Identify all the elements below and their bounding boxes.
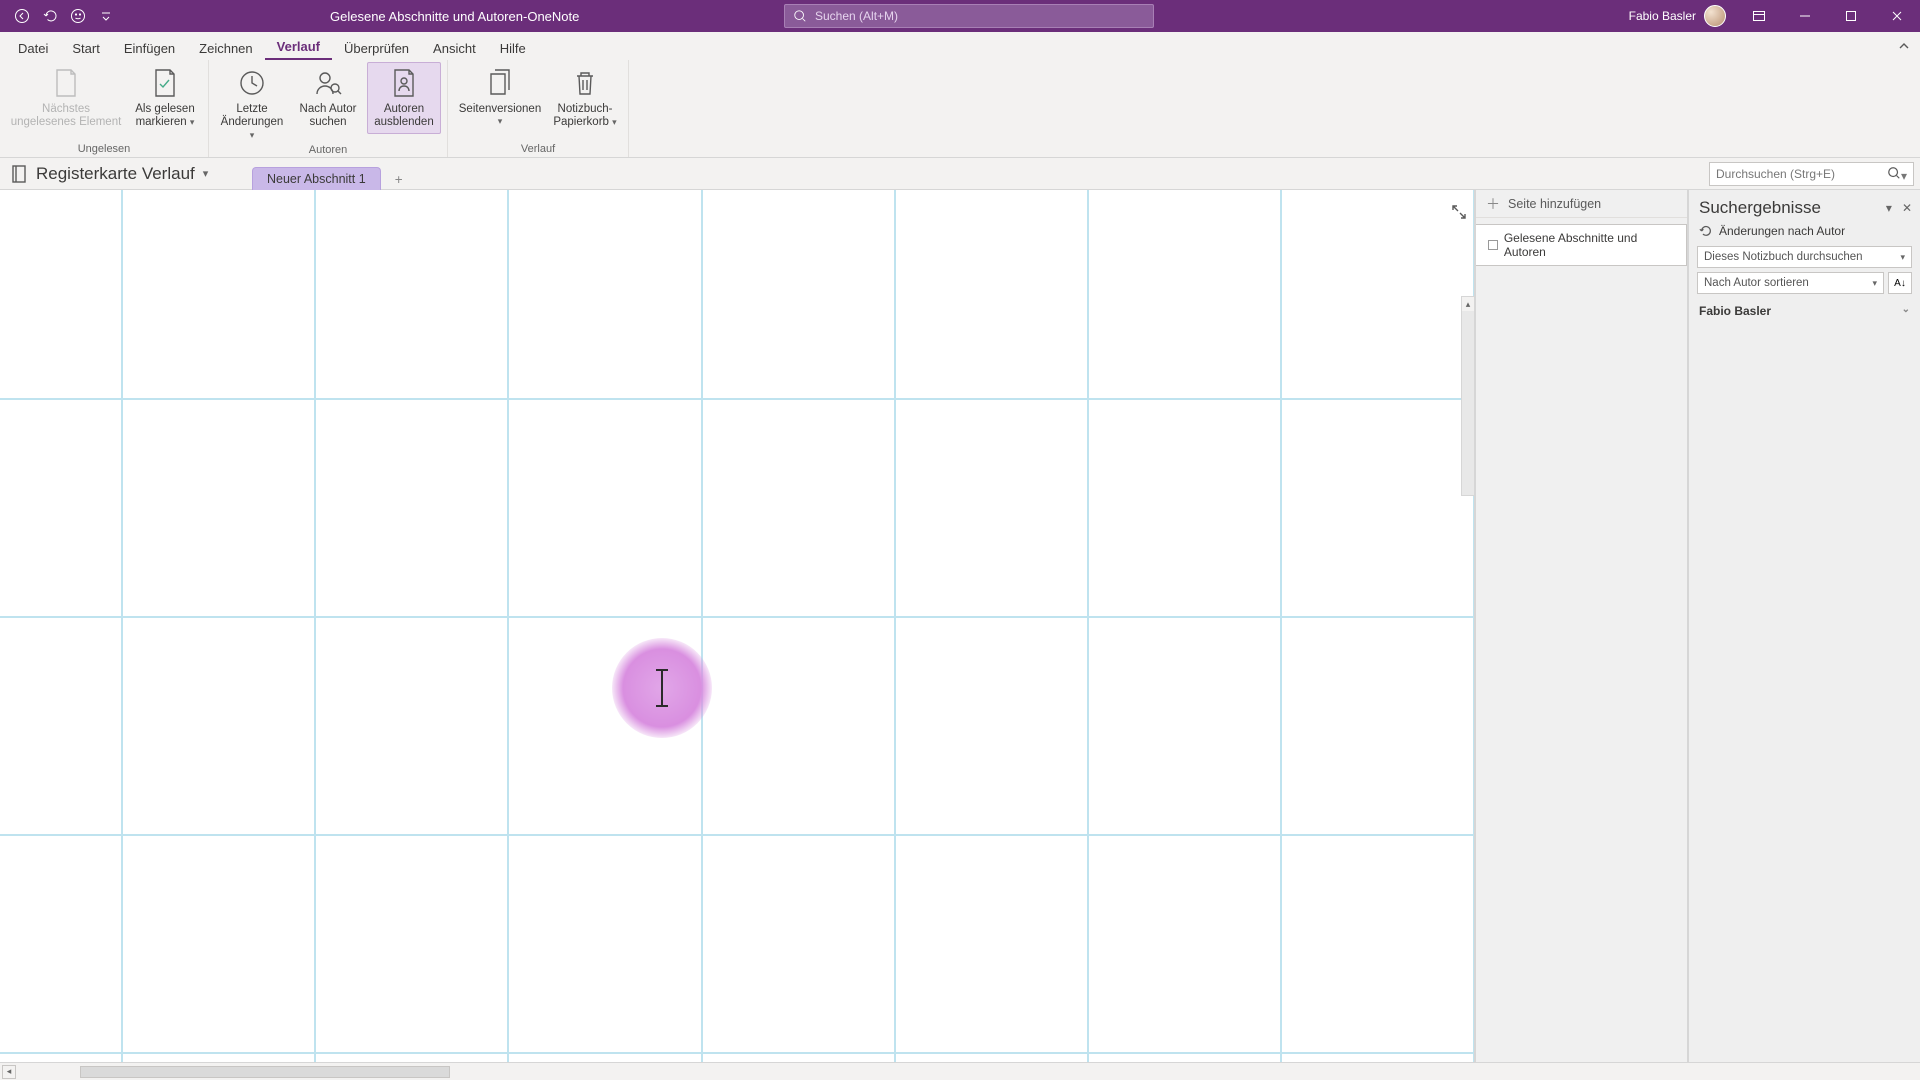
main-area: ▴ ＋ Seite hinzufügen Gelesene Abschnitte… [0,190,1920,1062]
add-page-label: Seite hinzufügen [1508,197,1601,211]
close-button[interactable] [1874,0,1920,32]
person-search-icon [312,67,344,99]
find-author-button[interactable]: Nach Autor suchen [291,62,365,134]
chevron-down-icon: ▾ [1872,278,1877,289]
notebook-name: Registerkarte Verlauf [36,164,195,184]
global-search-input[interactable] [815,9,1145,23]
page-canvas[interactable]: ▴ [0,190,1476,1062]
avatar [1704,5,1726,27]
horizontal-scrollbar[interactable] [80,1066,450,1078]
ribbon-group-autoren: Letzte Änderungen ▾ Nach Autor suchen Au… [209,60,448,157]
chevron-down-icon[interactable]: ▾ [1886,201,1892,215]
next-unread-button: Nächstes ungelesenes Element [6,62,126,134]
tab-einfuegen[interactable]: Einfügen [112,36,187,60]
plus-icon: ＋ [1486,194,1500,214]
group-label: Ungelesen [78,141,131,157]
ribbon-group-ungelesen: Nächstes ungelesenes Element Als gelesen… [0,60,209,157]
page-title: Gelesene Abschnitte und Autoren [1504,231,1678,259]
section-tab[interactable]: Neuer Abschnitt 1 [252,167,381,190]
clock-icon [236,67,268,99]
title-bar: Gelesene Abschnitte und Autoren - OneNot… [0,0,1920,32]
notebook-bar: Registerkarte Verlauf ▾ Neuer Abschnitt … [0,158,1920,190]
page-list-item[interactable]: Gelesene Abschnitte und Autoren [1476,224,1687,266]
chevron-down-icon: ▾ [612,117,617,127]
group-label: Verlauf [521,141,555,157]
touch-mode-icon[interactable] [68,6,88,26]
trash-icon [569,67,601,99]
notebook-search-placeholder: Durchsuchen (Strg+E) [1716,167,1835,181]
quick-access-toolbar [0,6,116,26]
tab-ansicht[interactable]: Ansicht [421,36,488,60]
page-versions-button[interactable]: Seitenversionen ▾ [454,62,546,132]
ribbon-group-verlauf: Seitenversionen ▾ Notizbuch- Papierkorb … [448,60,629,157]
collapse-ribbon-icon[interactable] [1894,36,1914,56]
fullscreen-icon[interactable] [1451,204,1469,222]
back-icon[interactable] [12,6,32,26]
qat-dropdown-icon[interactable] [96,6,116,26]
notebook-search[interactable]: Durchsuchen (Strg+E) ▾ [1709,162,1914,186]
ribbon-tabs: Datei Start Einfügen Zeichnen Verlauf Üb… [0,32,1920,60]
author-group[interactable]: Fabio Basler ⌄ [1689,300,1920,322]
results-title: Suchergebnisse [1699,198,1821,218]
page-marker-icon [1488,240,1498,250]
chevron-down-icon: ▾ [1900,252,1905,263]
page-check-icon [149,67,181,99]
tab-hilfe[interactable]: Hilfe [488,36,538,60]
search-scope-dropdown[interactable]: Dieses Notizbuch durchsuchen▾ [1697,246,1912,268]
notebook-icon [10,164,28,184]
notebook-selector[interactable]: Registerkarte Verlauf ▾ [0,158,250,189]
minimize-button[interactable] [1782,0,1828,32]
scroll-up-icon[interactable]: ▴ [1462,297,1474,311]
author-name: Fabio Basler [1699,304,1771,318]
recent-edits-button[interactable]: Letzte Änderungen ▾ [215,62,289,148]
user-name: Fabio Basler [1629,9,1696,23]
status-bar: ◂ [0,1062,1920,1080]
ribbon-display-icon[interactable] [1736,0,1782,32]
search-icon: ▾ [1887,166,1907,183]
tab-start[interactable]: Start [60,36,111,60]
page-person-icon [388,67,420,99]
add-page-button[interactable]: ＋ Seite hinzufügen [1476,190,1687,218]
tab-datei[interactable]: Datei [6,36,60,60]
chevron-down-icon: ▾ [203,167,209,180]
page-icon [50,67,82,99]
close-icon[interactable]: ✕ [1902,201,1912,215]
add-section-button[interactable]: + [387,172,411,187]
sort-dropdown[interactable]: Nach Autor sortieren▾ [1697,272,1884,294]
mark-read-button[interactable]: Als gelesen markieren ▾ [128,62,202,134]
undo-icon[interactable] [40,6,60,26]
hide-authors-button[interactable]: Autoren ausblenden [367,62,441,134]
versions-icon [484,67,516,99]
recycle-bin-button[interactable]: Notizbuch- Papierkorb ▾ [548,62,622,134]
tab-verlauf[interactable]: Verlauf [265,34,332,60]
vertical-scrollbar[interactable]: ▴ [1461,296,1475,496]
refresh-icon[interactable] [1699,224,1713,238]
maximize-button[interactable] [1828,0,1874,32]
account-button[interactable]: Fabio Basler [1619,5,1736,27]
chevron-down-icon: ▾ [250,130,255,140]
content-table[interactable] [0,190,1475,1062]
search-results-panel: Suchergebnisse ▾ ✕ Änderungen nach Autor… [1688,190,1920,1062]
sort-order-button[interactable]: A↓ [1888,272,1912,294]
page-list-panel: ＋ Seite hinzufügen Gelesene Abschnitte u… [1476,190,1688,1062]
tab-zeichnen[interactable]: Zeichnen [187,36,264,60]
chevron-down-icon: ▾ [498,116,503,126]
scroll-left-icon[interactable]: ◂ [2,1065,16,1079]
ribbon: Nächstes ungelesenes Element Als gelesen… [0,60,1920,158]
cursor-indicator [612,638,712,738]
global-search[interactable] [784,4,1154,28]
tab-ueberpruefen[interactable]: Überprüfen [332,36,421,60]
search-icon [793,9,807,23]
chevron-down-icon: ▾ [190,117,195,127]
group-label: Autoren [309,142,348,157]
results-subheader: Änderungen nach Autor [1689,222,1920,244]
chevron-down-icon: ⌄ [1902,304,1910,318]
window-title: Gelesene Abschnitte und Autoren - OneNot… [330,0,579,32]
